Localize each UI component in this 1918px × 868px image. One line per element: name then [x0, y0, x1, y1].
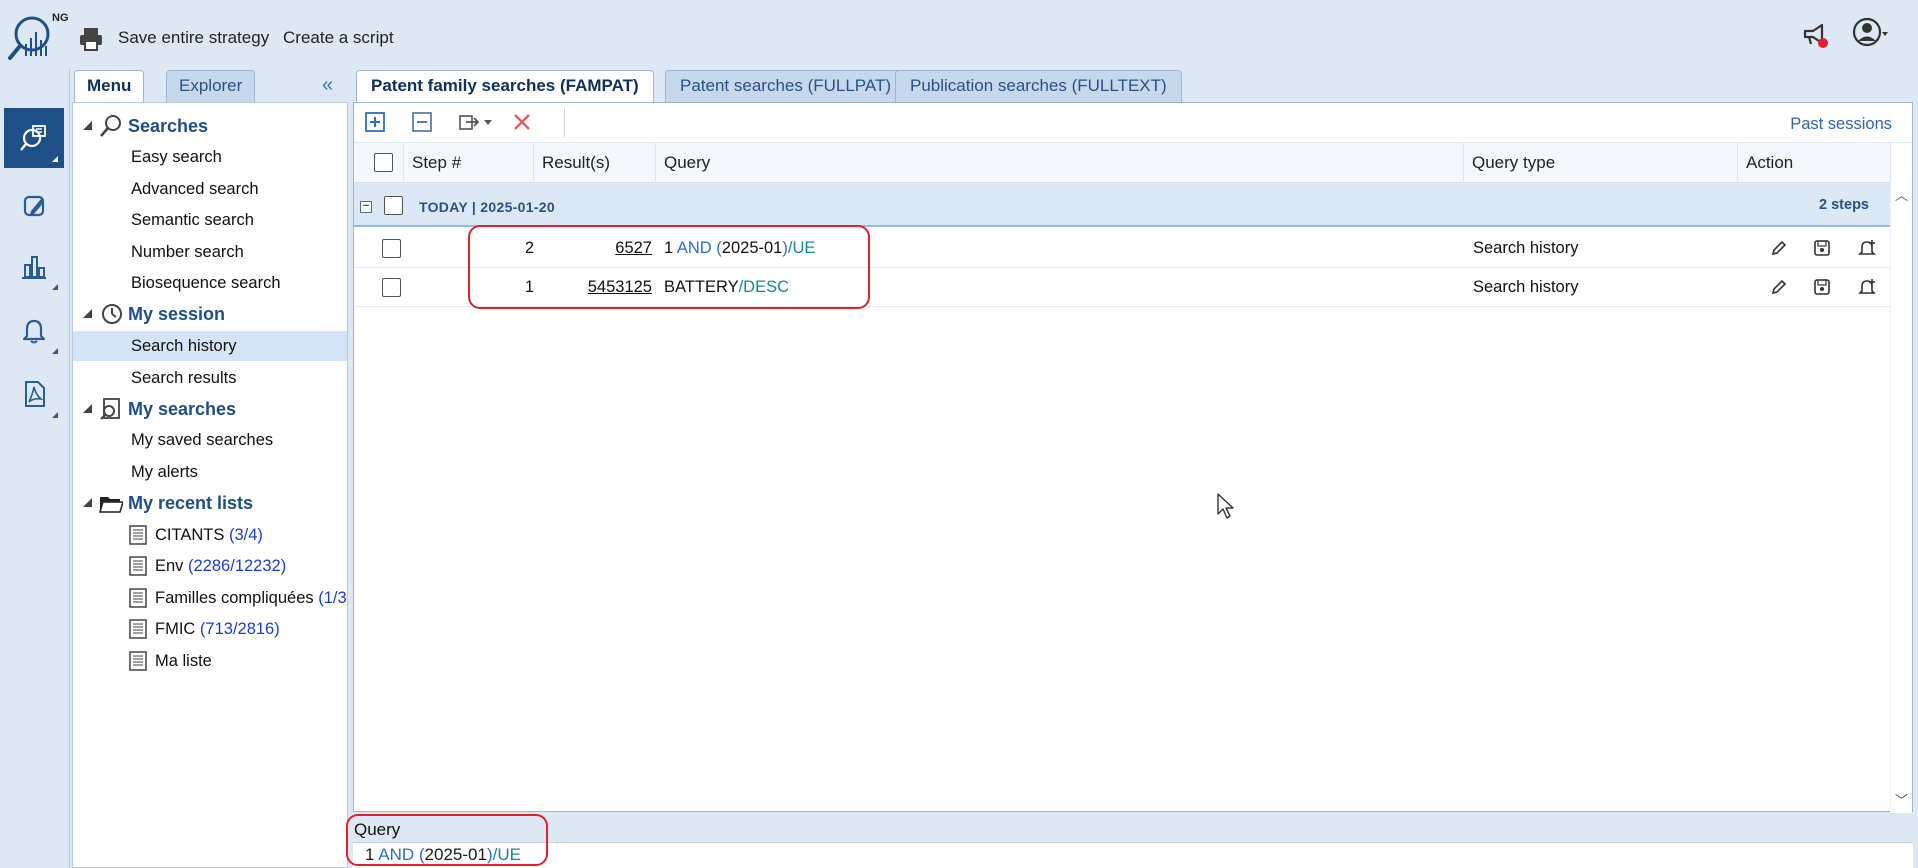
tree-section-my-session[interactable]: My session [73, 299, 347, 329]
session-group-row: − TODAY | 2025-01-20 2 steps [354, 183, 1891, 227]
section-title: My recent lists [128, 493, 254, 513]
bar-chart-icon[interactable] [4, 236, 64, 296]
tab-menu[interactable]: Menu [74, 70, 145, 102]
tree-item-number-search[interactable]: Number search [73, 237, 347, 267]
vertical-scrollbar[interactable]: ︿ ﹀ [1890, 183, 1912, 813]
top-bar: NG Save entire strategy Create a script [0, 0, 1918, 68]
user-account-icon[interactable] [1852, 16, 1888, 50]
save-search-icon[interactable] [1813, 239, 1831, 257]
group-collapse-button[interactable]: − [360, 201, 372, 213]
megaphone-icon[interactable] [1800, 20, 1830, 50]
list-name: Env [155, 557, 184, 575]
list-document-icon [129, 525, 147, 545]
edit-note-icon[interactable] [4, 176, 64, 236]
saved-search-icon [99, 397, 123, 421]
list-item[interactable]: Ma liste [73, 646, 347, 676]
list-name: Familles compliquées [155, 589, 314, 607]
list-item[interactable]: FMIC (713/2816) [73, 614, 347, 644]
group-select-checkbox[interactable] [384, 196, 403, 215]
create-script-button[interactable]: Create a script [283, 28, 394, 48]
list-item[interactable]: Env (2286/12232) [73, 551, 347, 581]
create-alert-icon[interactable] [1858, 239, 1876, 257]
header-select-cell [354, 143, 404, 183]
row-checkbox[interactable] [382, 239, 401, 258]
row-checkbox[interactable] [382, 278, 401, 297]
tree-section-searches[interactable]: Searches [73, 111, 347, 141]
column-step[interactable]: Step # [404, 143, 534, 183]
navigation-tree: Searches Easy search Advanced search Sem… [72, 102, 348, 868]
select-all-checkbox[interactable] [374, 153, 393, 172]
column-query[interactable]: Query [656, 143, 1464, 183]
tree-item-advanced-search[interactable]: Advanced search [73, 174, 347, 204]
query-type: Search history [1473, 278, 1579, 296]
tree-item-search-results[interactable]: Search results [73, 363, 347, 393]
column-action[interactable]: Action [1738, 143, 1891, 183]
delete-icon[interactable] [511, 111, 533, 133]
list-count: (2286/12232) [188, 557, 287, 575]
collapse-panel-button[interactable]: « [322, 74, 333, 97]
tree-item-search-history[interactable]: Search history [73, 331, 347, 361]
section-title: My searches [128, 399, 237, 419]
tree-item-my-alerts[interactable]: My alerts [73, 457, 347, 487]
list-item[interactable]: CITANTS (3/4) [73, 520, 347, 550]
tree-item-biosequence-search[interactable]: Biosequence search [73, 268, 347, 298]
group-date-label: TODAY | 2025-01-20 [419, 199, 555, 215]
tab-fullpat[interactable]: Patent searches (FULLPAT) [665, 70, 907, 102]
list-document-icon [129, 619, 147, 639]
expand-all-icon[interactable] [364, 111, 386, 133]
search-screen-icon[interactable] [4, 108, 64, 168]
logo-badge: NG [52, 12, 69, 24]
tree-section-recent-lists[interactable]: My recent lists [73, 488, 347, 518]
edit-pencil-icon[interactable] [1770, 239, 1788, 257]
highlight-annotation [346, 814, 548, 866]
save-strategy-button[interactable]: Save entire strategy [118, 28, 269, 48]
list-document-icon [129, 651, 147, 671]
list-name: Ma liste [155, 652, 212, 670]
history-clock-icon [99, 302, 123, 326]
collapse-all-icon[interactable] [411, 111, 433, 133]
list-name: CITANTS [155, 526, 225, 544]
list-document-icon [129, 556, 147, 576]
query-type: Search history [1473, 239, 1579, 257]
scroll-down-icon[interactable]: ﹀ [1895, 790, 1908, 809]
export-dropdown-icon[interactable] [458, 111, 494, 133]
printer-icon[interactable] [78, 26, 104, 52]
tree-item-easy-search[interactable]: Easy search [73, 142, 347, 172]
section-title: Searches [128, 116, 209, 136]
history-toolbar: Past sessions [354, 103, 1912, 143]
list-document-icon [129, 588, 147, 608]
tree-item-semantic-search[interactable]: Semantic search [73, 205, 347, 235]
highlight-annotation [468, 225, 870, 309]
section-title: My session [128, 304, 226, 324]
bell-icon[interactable] [4, 300, 64, 360]
list-name: FMIC [155, 620, 196, 638]
query-preview-panel: 1 AND (2025-01)/UE [353, 842, 1913, 868]
column-query-type[interactable]: Query type [1464, 143, 1738, 183]
search-history-panel: Past sessions Step # Result(s) Query Que… [353, 102, 1913, 813]
list-count: (3/4) [228, 526, 263, 544]
magnifier-icon [99, 114, 123, 138]
tab-fampat[interactable]: Patent family searches (FAMPAT) [356, 70, 654, 102]
list-item[interactable]: Familles compliquées (1/3 [73, 583, 347, 613]
create-alert-icon[interactable] [1858, 278, 1876, 296]
tab-explorer[interactable]: Explorer [166, 70, 256, 102]
group-step-count: 2 steps [1819, 197, 1869, 213]
left-panel-tabs: Menu Explorer [72, 68, 348, 102]
column-results[interactable]: Result(s) [534, 143, 656, 183]
save-search-icon[interactable] [1813, 278, 1831, 296]
scroll-up-icon[interactable]: ︿ [1895, 185, 1908, 204]
table-header: Step # Result(s) Query Query type Action [354, 143, 1891, 183]
left-icon-rail [0, 68, 70, 868]
edit-pencil-icon[interactable] [1770, 278, 1788, 296]
tree-section-my-searches[interactable]: My searches [73, 394, 347, 424]
past-sessions-link[interactable]: Past sessions [1790, 115, 1892, 134]
tree-item-saved-searches[interactable]: My saved searches [73, 425, 347, 455]
tab-fulltext[interactable]: Publication searches (FULLTEXT) [895, 70, 1182, 102]
folder-icon [98, 491, 125, 515]
list-count: (1/3 [318, 589, 347, 607]
mouse-cursor-icon [1216, 492, 1236, 520]
list-count: (713/2816) [199, 620, 280, 638]
pdf-document-icon[interactable] [4, 364, 64, 424]
